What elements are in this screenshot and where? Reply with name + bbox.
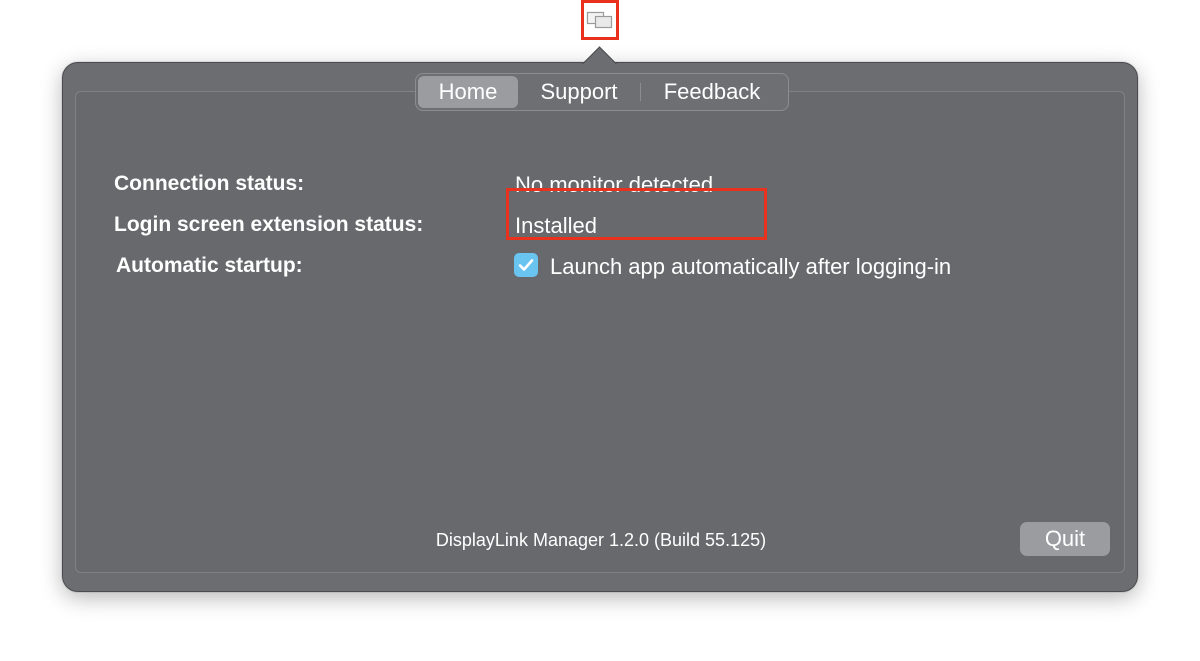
automatic-startup-label: Automatic startup:	[116, 254, 303, 277]
launch-at-login-checkbox[interactable]	[514, 253, 538, 277]
screen: Connection status: No monitor detected L…	[0, 0, 1200, 661]
tab-feedback[interactable]: Feedback	[641, 76, 783, 108]
login-extension-value: Installed	[515, 213, 597, 238]
tab-bar: Home Support Feedback	[415, 73, 789, 111]
version-text: DisplayLink Manager 1.2.0 (Build 55.125)	[435, 530, 767, 550]
login-extension-label: Login screen extension status:	[114, 213, 424, 236]
checkmark-icon	[518, 259, 534, 271]
displaylink-popover: Connection status: No monitor detected L…	[62, 62, 1138, 592]
popover-arrow	[580, 44, 620, 64]
menubar-displaylink-button[interactable]	[581, 0, 619, 40]
quit-button[interactable]: Quit	[1020, 522, 1110, 556]
connection-status-label: Connection status:	[114, 172, 305, 195]
launch-at-login-label[interactable]: Launch app automatically after logging-i…	[550, 254, 951, 280]
tab-support[interactable]: Support	[518, 76, 640, 108]
displaylink-displays-icon	[586, 11, 613, 29]
content-panel: Connection status: No monitor detected L…	[75, 91, 1125, 573]
tab-home[interactable]: Home	[418, 76, 518, 108]
